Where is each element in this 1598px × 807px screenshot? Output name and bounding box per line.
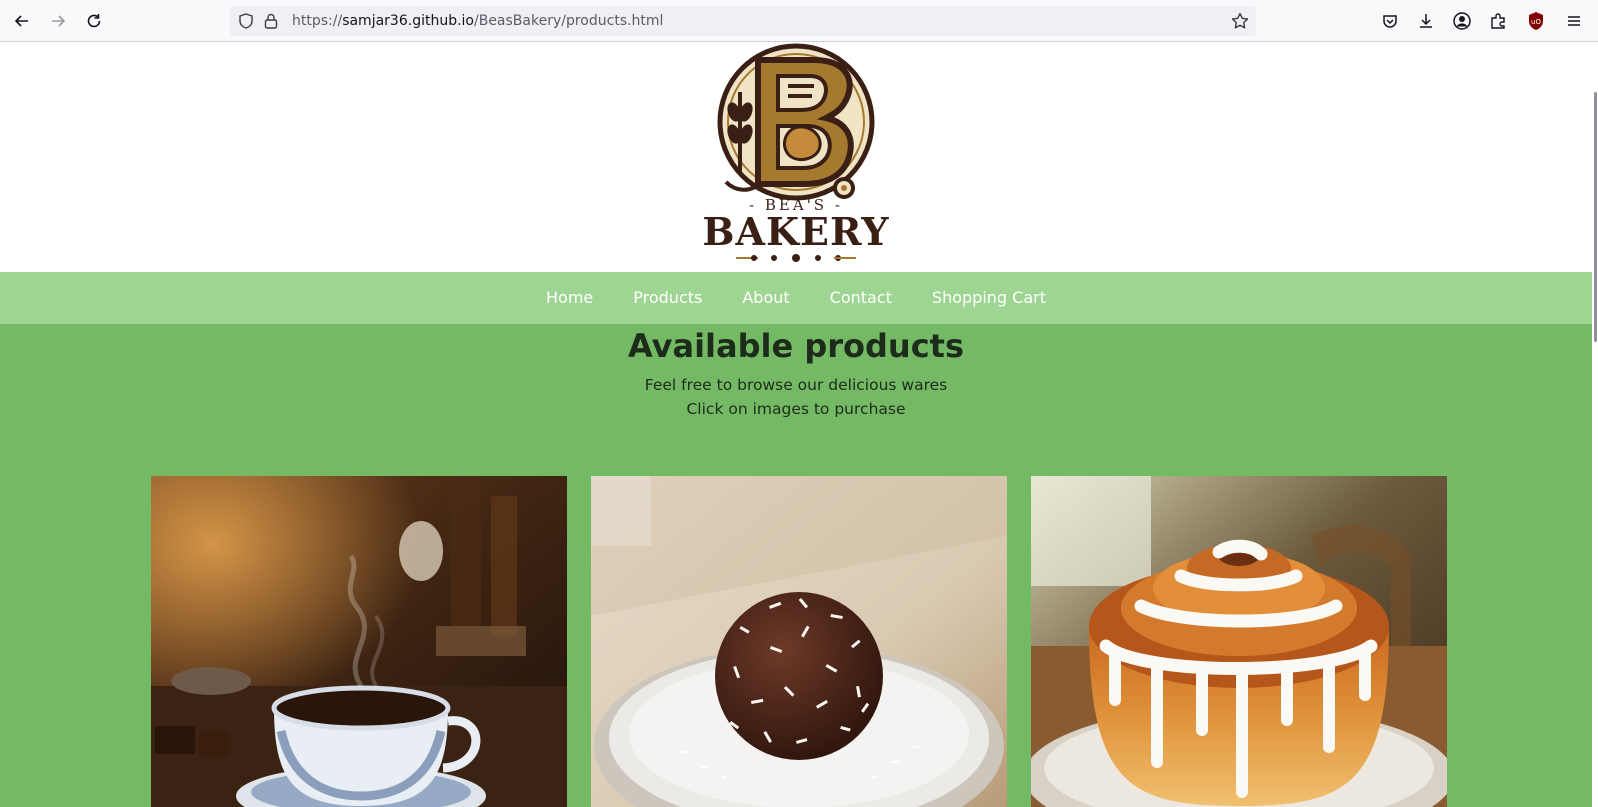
nav-home[interactable]: Home [526,272,613,324]
menu-icon[interactable] [1558,5,1590,37]
web-page: - BEA'S - BAKERY Home Products About Con… [0,42,1598,807]
forward-icon[interactable] [42,5,74,37]
subtitle-browse: Feel free to browse our delicious wares [644,376,948,394]
account-icon[interactable] [1446,5,1478,37]
nav-products[interactable]: Products [613,272,722,324]
bakery-logo[interactable]: - BEA'S - BAKERY [696,42,896,272]
page-title: Available products [628,327,964,365]
shield-icon[interactable] [237,12,255,34]
product-image-coffee[interactable] [151,476,567,807]
nav-contact[interactable]: Contact [810,272,912,324]
url-text[interactable]: https://samjar36.github.io/BeasBakery/pr… [292,6,663,36]
ublock-icon[interactable]: uO [1520,5,1552,37]
product-image-cinnamon-roll[interactable] [1031,476,1447,807]
back-icon[interactable] [6,5,38,37]
extensions-icon[interactable] [1482,5,1514,37]
nav-shopping-cart[interactable]: Shopping Cart [912,272,1066,324]
download-icon[interactable] [1410,5,1442,37]
header: - BEA'S - BAKERY [0,42,1592,272]
bookmark-star-icon[interactable] [1230,11,1250,35]
subtitle-click: Click on images to purchase [686,400,906,418]
main-nav: Home Products About Contact Shopping Car… [0,272,1592,324]
nav-about[interactable]: About [722,272,809,324]
product-image-coconut-ball[interactable] [591,476,1007,807]
reload-icon[interactable] [78,5,110,37]
browser-toolbar: https://samjar36.github.io/BeasBakery/pr… [0,0,1598,42]
products-section: Available products Feel free to browse o… [0,324,1592,807]
lock-icon[interactable] [263,12,279,34]
scrollbar-thumb[interactable] [1594,92,1597,342]
pocket-icon[interactable] [1374,5,1406,37]
url-bar[interactable]: https://samjar36.github.io/BeasBakery/pr… [230,6,1256,36]
logo-text-bakery: BAKERY [702,209,889,254]
page-scrollbar[interactable] [1592,42,1598,807]
svg-text:uO: uO [1531,18,1541,26]
